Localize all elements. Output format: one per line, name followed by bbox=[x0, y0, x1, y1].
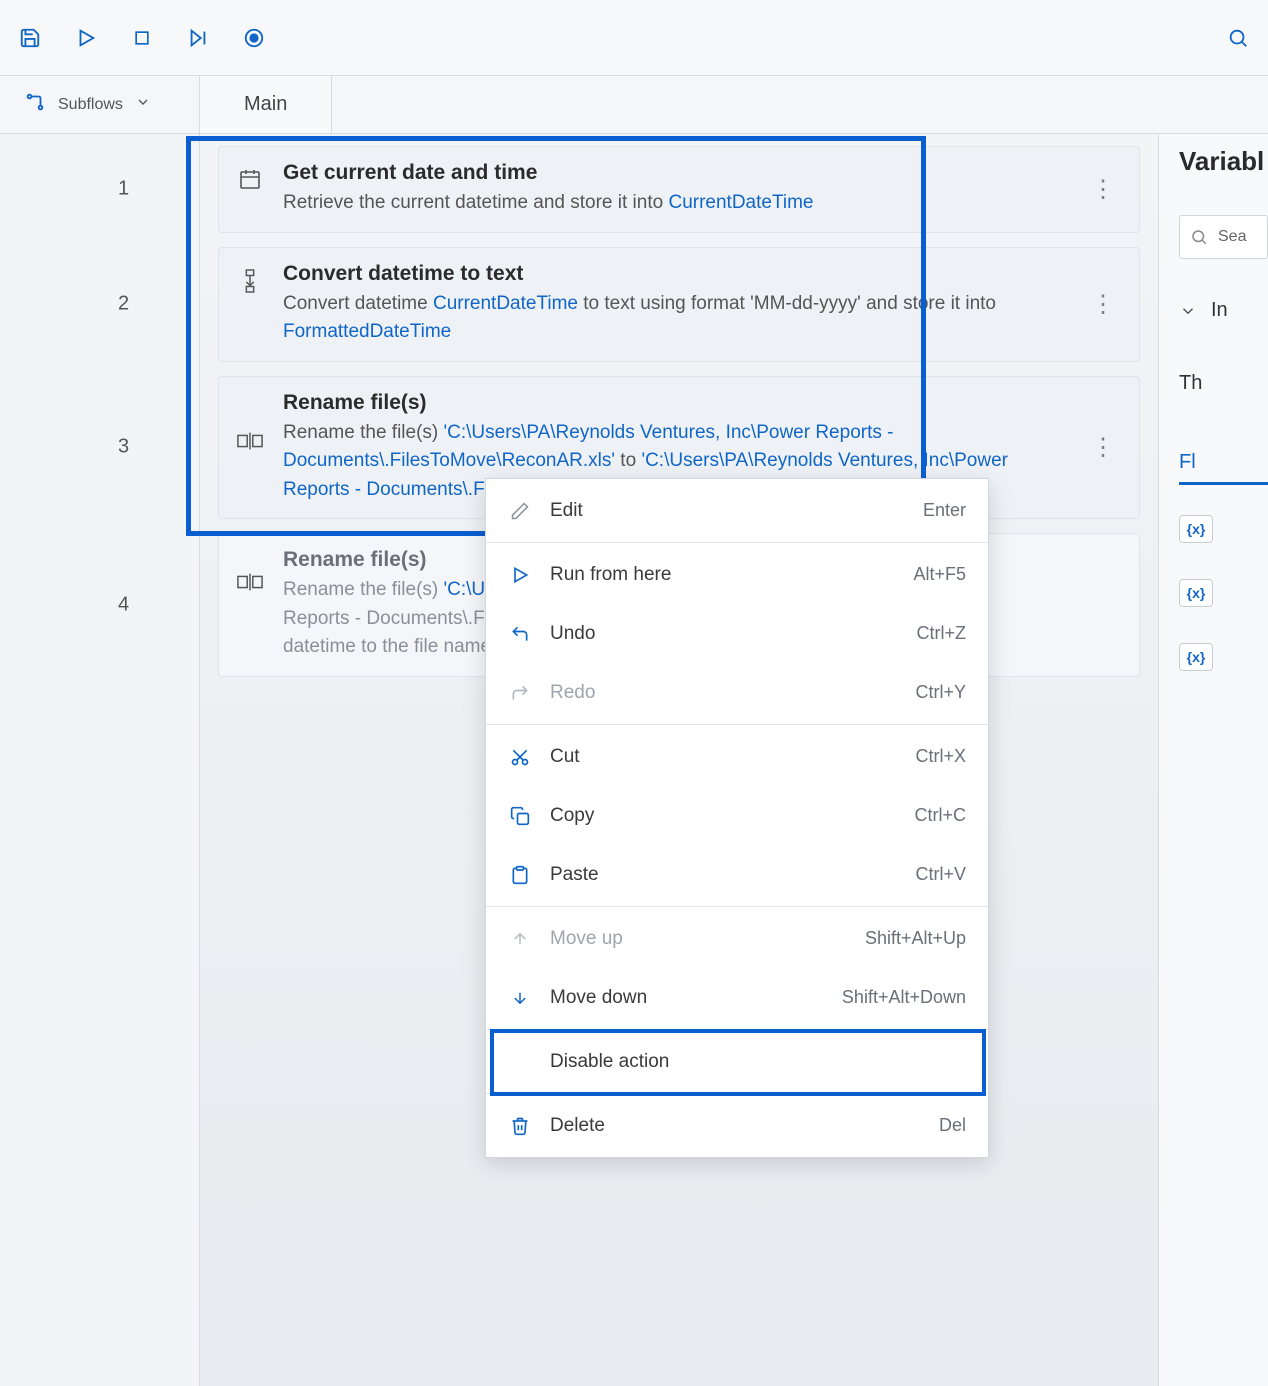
rename-icon bbox=[237, 431, 263, 451]
ctx-label: Edit bbox=[550, 500, 905, 522]
convert-icon bbox=[237, 268, 263, 294]
action-title: Rename file(s) bbox=[283, 391, 1065, 415]
more-icon[interactable]: ⋮ bbox=[1085, 290, 1121, 319]
ctx-shortcut: Shift+Alt+Up bbox=[865, 928, 966, 949]
subflow-bar: Subflows Main bbox=[0, 76, 1268, 134]
run-icon[interactable] bbox=[72, 24, 100, 52]
ctx-edit[interactable]: Edit Enter bbox=[486, 481, 988, 540]
ctx-shortcut: Ctrl+Y bbox=[915, 682, 966, 703]
ctx-label: Cut bbox=[550, 746, 897, 768]
line-number: 1 bbox=[118, 178, 129, 201]
variable-badge[interactable]: {x} bbox=[1179, 643, 1213, 671]
ctx-redo: Redo Ctrl+Y bbox=[486, 663, 988, 722]
action-card-get-date[interactable]: Get current date and time Retrieve the c… bbox=[218, 146, 1140, 233]
subflows-label: Subflows bbox=[58, 96, 123, 114]
save-icon[interactable] bbox=[16, 24, 44, 52]
undo-icon bbox=[508, 624, 532, 644]
ctx-shortcut: Del bbox=[939, 1115, 966, 1136]
flow-variables-section[interactable]: Fl bbox=[1179, 451, 1268, 485]
ctx-move-down[interactable]: Move down Shift+Alt+Down bbox=[486, 968, 988, 1027]
action-title: Get current date and time bbox=[283, 161, 1065, 185]
ctx-label: Run from here bbox=[550, 564, 895, 586]
ctx-label: Undo bbox=[550, 623, 899, 645]
ctx-shortcut: Alt+F5 bbox=[913, 564, 966, 585]
action-card-convert[interactable]: Convert datetime to text Convert datetim… bbox=[218, 247, 1140, 362]
ctx-label: Move up bbox=[550, 928, 847, 950]
action-row: 2 Convert datetime to text Convert datet… bbox=[218, 247, 1140, 362]
step-icon[interactable] bbox=[184, 24, 212, 52]
top-toolbar bbox=[0, 0, 1268, 76]
ctx-label: Delete bbox=[550, 1115, 921, 1137]
ctx-undo[interactable]: Undo Ctrl+Z bbox=[486, 604, 988, 663]
variables-panel: Variabl Sea In Th Fl {x} {x} {x} bbox=[1158, 134, 1268, 1386]
ctx-shortcut: Ctrl+X bbox=[915, 746, 966, 767]
ctx-delete[interactable]: Delete Del bbox=[486, 1096, 988, 1155]
record-icon[interactable] bbox=[240, 24, 268, 52]
ctx-cut[interactable]: Cut Ctrl+X bbox=[486, 727, 988, 786]
ctx-label: Disable action bbox=[550, 1051, 948, 1073]
edit-icon bbox=[508, 501, 532, 521]
action-description: Retrieve the current datetime and store … bbox=[283, 189, 1065, 218]
ctx-run-from-here[interactable]: Run from here Alt+F5 bbox=[486, 545, 988, 604]
copy-icon bbox=[508, 806, 532, 826]
ctx-label: Copy bbox=[550, 805, 896, 827]
rename-icon bbox=[237, 572, 263, 592]
tab-main[interactable]: Main bbox=[200, 76, 332, 133]
ctx-shortcut: Ctrl+Z bbox=[917, 623, 967, 644]
down-icon bbox=[508, 988, 532, 1008]
more-icon[interactable]: ⋮ bbox=[1085, 433, 1121, 462]
ctx-label: Paste bbox=[550, 864, 897, 886]
action-row: 1 Get current date and time Retrieve the… bbox=[218, 146, 1140, 233]
chevron-down-icon bbox=[135, 94, 151, 115]
ctx-disable-action[interactable]: Disable action bbox=[486, 1032, 988, 1091]
line-number: 4 bbox=[118, 593, 129, 616]
search-placeholder: Sea bbox=[1218, 228, 1246, 246]
action-title: Convert datetime to text bbox=[283, 262, 1065, 286]
line-number: 2 bbox=[118, 293, 129, 316]
ctx-copy[interactable]: Copy Ctrl+C bbox=[486, 786, 988, 845]
variable-badge[interactable]: {x} bbox=[1179, 515, 1213, 543]
subflows-dropdown[interactable]: Subflows bbox=[0, 76, 200, 133]
ctx-move-up: Move up Shift+Alt+Up bbox=[486, 909, 988, 968]
tab-main-label: Main bbox=[244, 93, 287, 116]
ctx-shortcut: Shift+Alt+Down bbox=[842, 987, 966, 1008]
ctx-shortcut: Ctrl+C bbox=[914, 805, 966, 826]
calendar-icon bbox=[237, 167, 263, 191]
stop-icon[interactable] bbox=[128, 24, 156, 52]
up-icon bbox=[508, 929, 532, 949]
ctx-paste[interactable]: Paste Ctrl+V bbox=[486, 845, 988, 904]
ctx-label: Redo bbox=[550, 682, 897, 704]
input-output-section[interactable]: In bbox=[1179, 299, 1268, 322]
subflow-icon bbox=[24, 91, 46, 118]
cut-icon bbox=[508, 747, 532, 767]
line-number: 3 bbox=[118, 436, 129, 459]
context-menu: Edit Enter Run from here Alt+F5 Undo Ctrl+Z Re… bbox=[485, 478, 989, 1158]
variables-search[interactable]: Sea bbox=[1179, 215, 1268, 259]
ctx-shortcut: Ctrl+V bbox=[915, 864, 966, 885]
delete-icon bbox=[508, 1116, 532, 1136]
variable-badge[interactable]: {x} bbox=[1179, 579, 1213, 607]
action-description: Convert datetime CurrentDateTime to text… bbox=[283, 290, 1065, 347]
panel-text: Th bbox=[1179, 372, 1268, 395]
more-icon[interactable]: ⋮ bbox=[1085, 175, 1121, 204]
runfrom-icon bbox=[508, 565, 532, 585]
line-gutter bbox=[0, 134, 200, 1386]
paste-icon bbox=[508, 865, 532, 885]
redo-icon bbox=[508, 683, 532, 703]
ctx-label: Move down bbox=[550, 987, 824, 1009]
ctx-shortcut: Enter bbox=[923, 500, 966, 521]
search-icon[interactable] bbox=[1224, 24, 1252, 52]
variables-title: Variabl bbox=[1179, 146, 1268, 177]
